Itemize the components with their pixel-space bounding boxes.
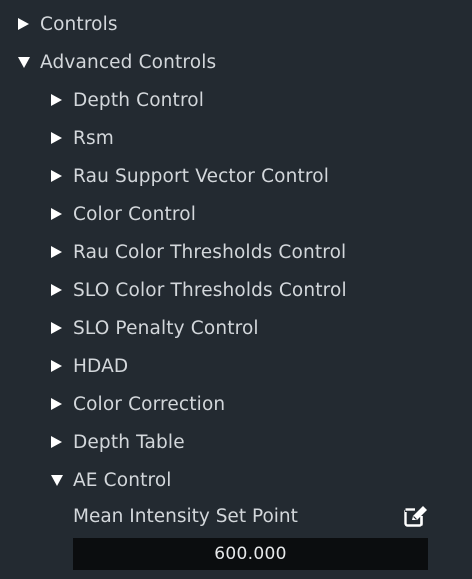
caret-right-icon bbox=[51, 436, 65, 448]
tree-item-slo-color-thresholds-control[interactable]: SLO Color Thresholds Control bbox=[51, 271, 347, 309]
tree-item-label: Rsm bbox=[73, 127, 114, 149]
caret-right-icon bbox=[51, 322, 65, 334]
tree-item-color-control[interactable]: Color Control bbox=[51, 195, 196, 233]
value-text: 600.000 bbox=[214, 544, 287, 564]
caret-right-icon bbox=[51, 94, 65, 106]
tree-item-label: AE Control bbox=[73, 469, 172, 491]
caret-right-icon bbox=[51, 398, 65, 410]
caret-down-icon bbox=[51, 474, 65, 486]
tree-item-ae-control[interactable]: AE Control bbox=[51, 461, 172, 499]
tree-item-rau-support-vector-control[interactable]: Rau Support Vector Control bbox=[51, 157, 329, 195]
mean-intensity-set-point-row: Mean Intensity Set Point bbox=[73, 497, 429, 535]
tree-item-label: Depth Table bbox=[73, 431, 185, 453]
tree-item-label: Rau Color Thresholds Control bbox=[73, 241, 347, 263]
tree-item-label: SLO Color Thresholds Control bbox=[73, 279, 347, 301]
tree-item-depth-table[interactable]: Depth Table bbox=[51, 423, 185, 461]
tree-item-label: Advanced Controls bbox=[40, 51, 217, 73]
tree-item-slo-penalty-control[interactable]: SLO Penalty Control bbox=[51, 309, 259, 347]
caret-right-icon bbox=[51, 208, 65, 220]
tree-item-label: Color Control bbox=[73, 203, 197, 225]
property-label: Mean Intensity Set Point bbox=[73, 505, 298, 527]
tree-item-advanced-controls[interactable]: Advanced Controls bbox=[18, 43, 216, 81]
tree-item-depth-control[interactable]: Depth Control bbox=[51, 81, 204, 119]
caret-right-icon bbox=[51, 284, 65, 296]
tree-item-label: Rau Support Vector Control bbox=[73, 165, 330, 187]
tree-item-rau-color-thresholds-control[interactable]: Rau Color Thresholds Control bbox=[51, 233, 346, 271]
caret-right-icon bbox=[51, 360, 65, 372]
caret-right-icon bbox=[51, 246, 65, 258]
tree-item-rsm[interactable]: Rsm bbox=[51, 119, 114, 157]
caret-right-icon bbox=[51, 170, 65, 182]
tree-item-label: Controls bbox=[40, 13, 118, 35]
tree-item-label: Color Correction bbox=[73, 393, 226, 415]
tree-item-controls[interactable]: Controls bbox=[18, 5, 118, 43]
mean-intensity-value-field[interactable]: 600.000 bbox=[73, 538, 428, 570]
caret-right-icon bbox=[18, 18, 32, 30]
tree-item-hdad[interactable]: HDAD bbox=[51, 347, 128, 385]
tree-item-label: Depth Control bbox=[73, 89, 205, 111]
caret-right-icon bbox=[51, 132, 65, 144]
tree-item-label: HDAD bbox=[73, 355, 129, 377]
caret-down-icon bbox=[18, 56, 32, 68]
tree-item-color-correction[interactable]: Color Correction bbox=[51, 385, 225, 423]
tree-item-label: SLO Penalty Control bbox=[73, 317, 259, 339]
edit-icon[interactable] bbox=[403, 503, 429, 529]
